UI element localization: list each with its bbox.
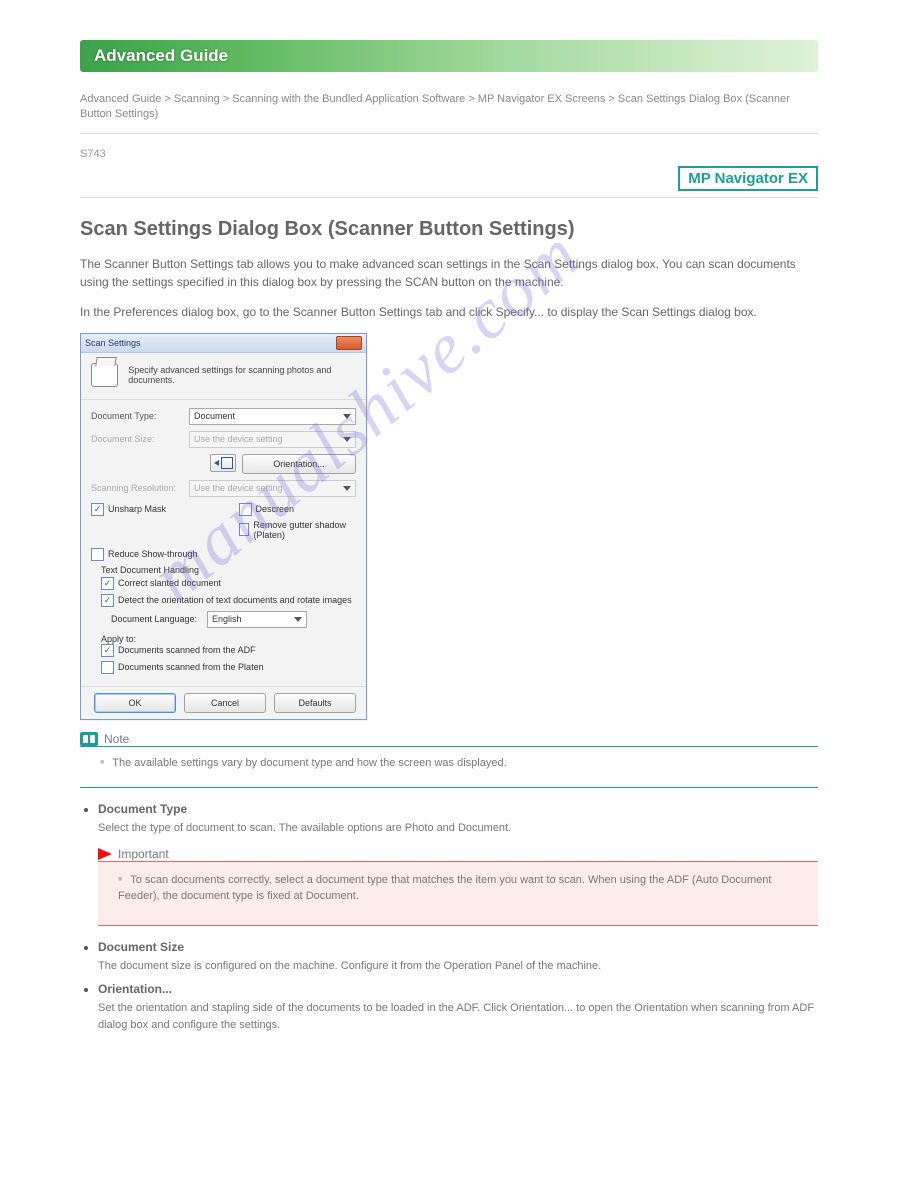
dialog-title: Scan Settings: [85, 338, 141, 348]
ok-button[interactable]: OK: [94, 693, 176, 713]
page-title: Scan Settings Dialog Box (Scanner Button…: [80, 218, 818, 241]
chevron-down-icon: [343, 486, 351, 491]
item-title: Document Size: [98, 940, 818, 954]
chevron-down-icon: [343, 414, 351, 419]
item-body: The document size is configured on the m…: [98, 958, 818, 975]
arrow-left-icon: [214, 460, 219, 466]
item-body: Select the type of document to scan. The…: [98, 820, 818, 837]
breadcrumb: Advanced Guide > Scanning > Scanning wit…: [80, 92, 818, 123]
label-from-platen: Documents scanned from the Platen: [118, 662, 264, 672]
remove-gutter-checkbox[interactable]: [239, 523, 250, 536]
scan-settings-dialog: Scan Settings Specify advanced settings …: [80, 333, 367, 720]
doc-lang-value: English: [212, 614, 242, 624]
label-apply-to: Apply to:: [101, 634, 356, 644]
mp-navigator-badge: MP Navigator EX: [678, 166, 818, 191]
reduce-show-checkbox[interactable]: [91, 548, 104, 561]
label-detect-orient: Detect the orientation of text documents…: [118, 595, 352, 605]
note-icon: [80, 732, 98, 746]
from-adf-checkbox[interactable]: [101, 644, 114, 657]
doc-lang-select[interactable]: English: [207, 611, 307, 628]
list-item: Document Type Select the type of documen…: [98, 802, 818, 926]
orientation-button[interactable]: Orientation...: [242, 454, 356, 474]
orientation-indicator-button[interactable]: [210, 454, 236, 472]
list-item: Orientation... Set the orientation and s…: [98, 982, 818, 1033]
dialog-titlebar[interactable]: Scan Settings: [81, 334, 366, 353]
important-item: To scan documents correctly, select a do…: [118, 872, 810, 905]
divider: [80, 133, 818, 134]
descreen-checkbox[interactable]: [239, 503, 252, 516]
note-block: Note The available settings vary by docu…: [80, 732, 818, 789]
list-item: Document Size The document size is confi…: [98, 940, 818, 975]
dialog-header: Specify advanced settings for scanning p…: [81, 353, 366, 400]
label-reduce-show: Reduce Show-through: [108, 549, 198, 559]
detect-orient-checkbox[interactable]: [101, 594, 114, 607]
label-text-handling: Text Document Handling: [101, 565, 356, 575]
scan-res-select: Use the device setting: [189, 480, 356, 497]
intro-paragraph-2: In the Preferences dialog box, go to the…: [80, 303, 818, 321]
unsharp-checkbox[interactable]: [91, 503, 104, 516]
chevron-down-icon: [294, 617, 302, 622]
doc-type-value: Document: [194, 411, 235, 421]
doc-code: S743: [80, 148, 818, 160]
page-root: manualshive.com Advanced Guide Advanced …: [0, 0, 918, 1101]
doc-size-value: Use the device setting: [194, 434, 283, 444]
doc-size-select: Use the device setting: [189, 431, 356, 448]
important-label: Important: [118, 847, 169, 861]
scanner-icon: [91, 363, 118, 387]
note-label: Note: [104, 732, 129, 746]
intro-paragraph-1: The Scanner Button Settings tab allows y…: [80, 255, 818, 291]
note-item: The available settings vary by document …: [100, 755, 814, 772]
item-title: Orientation...: [98, 982, 818, 996]
label-unsharp: Unsharp Mask: [108, 504, 166, 514]
label-from-adf: Documents scanned from the ADF: [118, 645, 256, 655]
label-remove-gutter: Remove gutter shadow (Platen): [253, 520, 356, 540]
label-doc-size: Document Size:: [91, 434, 189, 444]
divider: [80, 197, 818, 198]
defaults-button[interactable]: Defaults: [274, 693, 356, 713]
important-flag-icon: [98, 848, 112, 860]
label-doc-type: Document Type:: [91, 411, 189, 421]
item-title: Document Type: [98, 802, 818, 816]
important-block: Important To scan documents correctly, s…: [98, 847, 818, 926]
correct-slanted-checkbox[interactable]: [101, 577, 114, 590]
label-scan-res: Scanning Resolution:: [91, 483, 189, 493]
page-icon: [221, 457, 233, 469]
cancel-button[interactable]: Cancel: [184, 693, 266, 713]
from-platen-checkbox[interactable]: [101, 661, 114, 674]
item-body: Set the orientation and stapling side of…: [98, 1000, 818, 1033]
dialog-header-desc: Specify advanced settings for scanning p…: [128, 365, 356, 385]
label-correct-slanted: Correct slanted document: [118, 578, 221, 588]
guide-header: Advanced Guide: [80, 40, 818, 72]
doc-type-select[interactable]: Document: [189, 408, 356, 425]
label-doc-lang: Document Language:: [111, 614, 207, 624]
chevron-down-icon: [343, 437, 351, 442]
close-icon[interactable]: [336, 336, 362, 350]
label-descreen: Descreen: [256, 504, 295, 514]
scan-res-value: Use the device setting: [194, 483, 283, 493]
